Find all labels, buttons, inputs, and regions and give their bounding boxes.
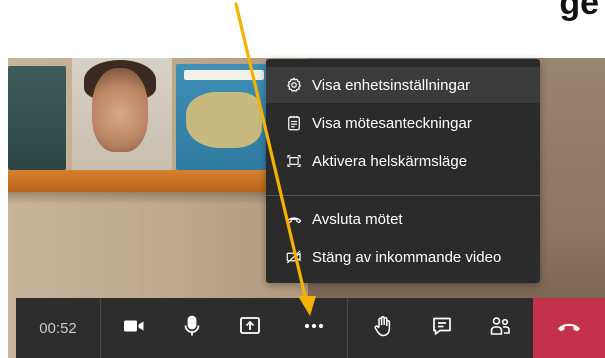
camera-button[interactable] (105, 298, 163, 358)
chat-button[interactable] (413, 298, 471, 358)
chat-icon (430, 314, 454, 343)
menu-item-label: Aktivera helskärmsläge (312, 152, 468, 170)
menu-separator (266, 195, 540, 196)
fullscreen-icon (284, 151, 304, 171)
end-meeting-icon (284, 209, 304, 229)
menu-item-incoming-video-off[interactable]: Stäng av inkommande video (266, 239, 540, 275)
menu-item-label: Visa enhetsinställningar (312, 76, 471, 94)
more-options-icon (302, 314, 326, 343)
notes-icon (284, 113, 304, 133)
screenshot: ge Visa enhetsinställningar Visa mötesan… (0, 0, 605, 358)
share-screen-icon (238, 314, 262, 343)
menu-item-label: Avsluta mötet (312, 210, 403, 228)
bar-divider (347, 298, 348, 358)
microphone-button[interactable] (163, 298, 221, 358)
menu-item-device-settings[interactable]: Visa enhetsinställningar (266, 67, 540, 103)
raise-hand-icon (371, 314, 395, 343)
book-blue (176, 64, 272, 170)
bar-divider (100, 298, 101, 358)
menu-item-fullscreen[interactable]: Aktivera helskärmsläge (266, 143, 540, 179)
hang-up-button[interactable] (533, 298, 605, 358)
more-options-button[interactable] (285, 298, 343, 358)
call-timer: 00:52 (39, 319, 77, 337)
book-left (8, 66, 66, 170)
call-control-bar: 00:52 (16, 298, 605, 358)
hang-up-icon (555, 312, 583, 345)
wooden-shelf (8, 170, 280, 192)
participants-button[interactable] (471, 298, 529, 358)
gear-icon (284, 75, 304, 95)
portrait-face (92, 68, 148, 152)
book-blue-map (186, 92, 262, 148)
more-options-menu: Visa enhetsinställningar Visa mötesantec… (266, 59, 540, 283)
caption-strip: ge (0, 0, 605, 60)
book-blue-title-band (184, 70, 264, 80)
menu-item-end-meeting[interactable]: Avsluta mötet (266, 201, 540, 237)
microphone-icon (180, 314, 204, 343)
share-screen-button[interactable] (221, 298, 279, 358)
raise-hand-button[interactable] (354, 298, 412, 358)
participants-icon (488, 314, 512, 343)
video-off-icon (284, 247, 304, 267)
book-portrait (72, 58, 172, 170)
menu-item-label: Stäng av inkommande video (312, 248, 502, 266)
caption-text: ge (559, 0, 599, 22)
camera-icon (122, 314, 146, 343)
shelf-shadow (8, 192, 280, 204)
menu-item-meeting-notes[interactable]: Visa mötesanteckningar (266, 105, 540, 141)
menu-item-label: Visa mötesanteckningar (312, 114, 472, 132)
